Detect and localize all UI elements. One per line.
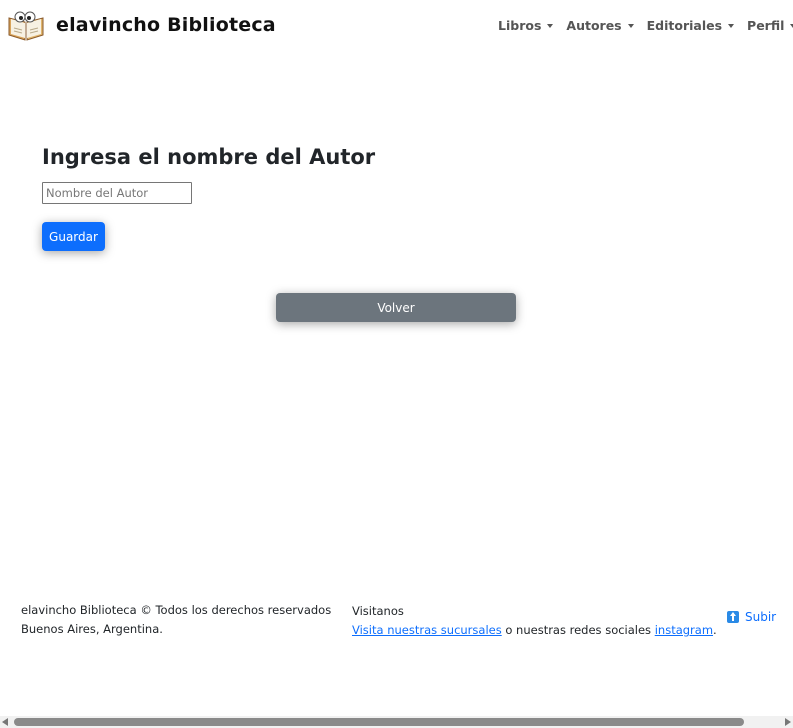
footer-period: . xyxy=(713,623,717,637)
brand-title: elavincho Biblioteca xyxy=(56,14,276,36)
caret-down-icon xyxy=(728,23,735,28)
open-book-logo-icon xyxy=(8,11,44,41)
social-text: o nuestras redes sociales xyxy=(501,623,655,637)
nav-label: Editoriales xyxy=(646,18,723,33)
page-title: Ingresa el nombre del Autor xyxy=(42,145,376,169)
footer-visit: Visitanos Visita nuestras sucursales o n… xyxy=(352,602,717,640)
horizontal-scrollbar[interactable] xyxy=(0,716,793,728)
save-button[interactable]: Guardar xyxy=(42,222,105,251)
footer-location: Buenos Aires, Argentina. xyxy=(21,622,163,636)
instagram-link[interactable]: instagram xyxy=(655,623,713,637)
nav-dropdown-autores[interactable]: Autores xyxy=(566,18,634,33)
main-nav: Libros Autores Editoriales Perfil xyxy=(498,18,793,33)
caret-down-icon xyxy=(627,23,634,28)
back-button[interactable]: Volver xyxy=(276,293,516,322)
nav-label: Autores xyxy=(566,18,622,33)
nav-dropdown-libros[interactable]: Libros xyxy=(498,18,554,33)
brand-link[interactable]: elavincho Biblioteca xyxy=(6,8,276,42)
nav-dropdown-editoriales[interactable]: Editoriales xyxy=(646,18,735,33)
author-name-input[interactable] xyxy=(42,182,192,204)
footer-copyright: elavincho Biblioteca © Todos los derecho… xyxy=(21,603,332,617)
footer: elavincho Biblioteca © Todos los derecho… xyxy=(0,596,793,656)
nav-dropdown-perfil[interactable]: Perfil xyxy=(747,18,793,33)
scroll-top-link[interactable]: Subir xyxy=(727,610,776,624)
navbar: elavincho Biblioteca Libros Autores Edit… xyxy=(0,0,793,52)
branches-link[interactable]: Visita nuestras sucursales xyxy=(352,623,502,637)
scrollbar-thumb[interactable] xyxy=(14,718,744,726)
footer-info: elavincho Biblioteca © Todos los derecho… xyxy=(21,601,331,639)
scroll-right-arrow-icon[interactable] xyxy=(785,718,791,726)
nav-label: Perfil xyxy=(747,18,785,33)
arrow-up-icon xyxy=(727,611,739,623)
footer-visit-heading: Visitanos xyxy=(352,604,404,618)
footer-visit-text: Visita nuestras sucursales o nuestras re… xyxy=(352,621,717,640)
scroll-left-arrow-icon[interactable] xyxy=(2,718,8,726)
scroll-top-label: Subir xyxy=(745,610,777,624)
caret-down-icon xyxy=(547,23,554,28)
nav-label: Libros xyxy=(498,18,542,33)
